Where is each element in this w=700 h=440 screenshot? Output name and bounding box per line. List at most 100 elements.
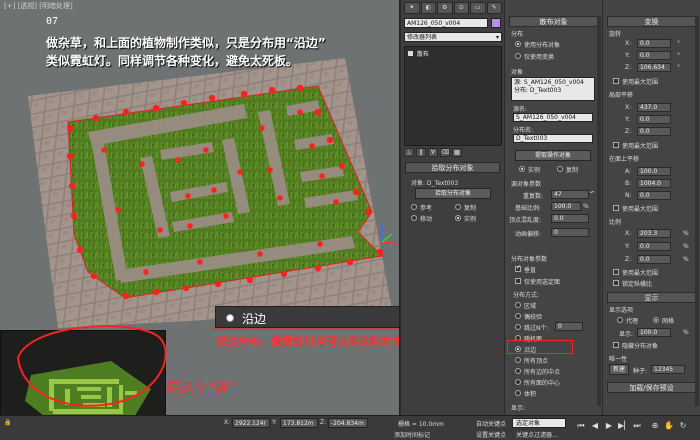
create-tab-icon[interactable]: ✦ xyxy=(404,2,420,14)
anim-offset-field[interactable]: 0 xyxy=(551,228,589,237)
radio-move[interactable] xyxy=(411,215,417,221)
z-coord-field[interactable]: -204.834m xyxy=(328,418,368,428)
selected-object-dropdown[interactable]: 选定对象 xyxy=(512,418,566,428)
modifier-list-dropdown[interactable]: 修改器列表 ▾ xyxy=(404,32,502,42)
display-tab-icon[interactable]: ▭ xyxy=(470,2,486,14)
uniform-rot-label: 使用最大范围 xyxy=(622,79,659,86)
radio-all-vertices[interactable] xyxy=(515,357,521,363)
lock-selection-icon[interactable]: 🔒 xyxy=(4,419,11,426)
object-list-source[interactable]: 源: S_AM126_050_v004 xyxy=(514,79,592,87)
command-panel-tabs: ✦ ◐ ⚙ ⊙ ▭ ✎ xyxy=(404,2,502,14)
ft-n-field[interactable]: 0.0 xyxy=(637,191,671,200)
seed-field[interactable]: 12345 xyxy=(651,365,685,374)
hierarchy-tab-icon[interactable]: ⚙ xyxy=(437,2,453,14)
check-uniform-scale[interactable] xyxy=(613,269,619,275)
add-time-tag[interactable]: 添加时间标记 xyxy=(394,430,430,439)
rollout-pick-distribution[interactable]: 拾取分布对象 xyxy=(405,162,500,173)
base-scale-field[interactable]: 100.0 xyxy=(551,202,581,211)
play-icon[interactable]: ▶ xyxy=(604,421,614,431)
goto-start-icon[interactable]: ⏮ xyxy=(576,421,586,431)
x-coord-field[interactable]: 2922.124r xyxy=(232,418,270,428)
vertex-chaos-field[interactable]: 0.0 xyxy=(551,214,589,223)
radio-proxy[interactable] xyxy=(617,317,623,323)
panel3-scrollbar[interactable] xyxy=(695,16,699,406)
radio-instance[interactable] xyxy=(455,215,461,221)
show-end-result-icon[interactable]: ‖ xyxy=(416,148,426,157)
display-percent-field[interactable]: 100.0 xyxy=(637,328,671,337)
rollout-scatter-objects[interactable]: 散布对象 xyxy=(509,16,598,27)
extract-operand-button[interactable]: 提取操作对象 xyxy=(515,150,591,161)
prev-frame-icon[interactable]: ◀ xyxy=(590,421,600,431)
radio-face-centers[interactable] xyxy=(515,379,521,385)
radio-even[interactable] xyxy=(515,313,521,319)
radio-copy[interactable] xyxy=(455,204,461,210)
make-unique-icon[interactable]: ∀ xyxy=(428,148,438,157)
dist-name-field[interactable]: D_Text003 xyxy=(513,134,593,143)
pan-icon[interactable]: ✋ xyxy=(664,421,674,431)
lt-x-field[interactable]: 437.0 xyxy=(637,103,671,112)
motion-tab-icon[interactable]: ⊙ xyxy=(453,2,469,14)
zoom-icon[interactable]: ⊕ xyxy=(650,421,660,431)
panel-scrollbar[interactable] xyxy=(597,16,601,406)
sc-z-field[interactable]: 0.0 xyxy=(637,255,671,264)
radio-extract-copy[interactable] xyxy=(557,166,563,172)
radio-volume[interactable] xyxy=(515,390,521,396)
modifier-stack[interactable]: 散布 xyxy=(404,46,502,146)
sc-x-field[interactable]: 203.3 xyxy=(637,229,671,238)
lt-z-field[interactable]: 0.0 xyxy=(637,127,671,136)
object-name-field[interactable]: AM126_050_v004 xyxy=(404,18,488,28)
pin-stack-icon[interactable]: ⊥ xyxy=(404,148,414,157)
modify-tab-icon[interactable]: ◐ xyxy=(420,2,436,14)
ft-a-label: A: xyxy=(625,168,632,175)
next-frame-icon[interactable]: ▶▏ xyxy=(618,421,630,431)
rollout-display[interactable]: 显示 xyxy=(607,292,696,303)
transforms-panel: 变换 旋转 X: 0.0 ° Y: 0.0 ° Z: 106.634 ° 使用最… xyxy=(602,0,700,415)
object-color-swatch[interactable] xyxy=(491,18,501,28)
skip-n-field[interactable]: 0 xyxy=(555,322,583,331)
check-perpendicular[interactable] xyxy=(515,264,521,272)
radio-mesh[interactable] xyxy=(653,317,659,323)
radio-edge-midpoints[interactable] xyxy=(515,368,521,374)
rot-z-field[interactable]: 106.634 xyxy=(637,63,671,72)
ft-b-field[interactable]: 1004.0 xyxy=(637,179,671,188)
auto-key-label[interactable]: 自动关键点 xyxy=(476,419,506,428)
duplicates-spinner-icon[interactable]: ▴▾ xyxy=(590,190,594,199)
radio-skip-n[interactable] xyxy=(515,324,521,330)
orbit-icon[interactable]: ↻ xyxy=(678,421,688,431)
rot-x-field[interactable]: 0.0 xyxy=(637,39,671,48)
mesh-label: 网格 xyxy=(662,318,675,325)
utilities-tab-icon[interactable]: ✎ xyxy=(486,2,502,14)
radio-area[interactable] xyxy=(515,302,521,308)
perspective-viewport[interactable]: [+] [透视] [明暗处理] 07 做杂草，和上面的植物制作类似，只是分布用“… xyxy=(0,0,400,415)
pick-distribution-button[interactable]: 拾取分布对象 xyxy=(415,188,491,199)
check-selected-faces[interactable] xyxy=(515,278,521,284)
radio-extract-instance[interactable] xyxy=(519,166,525,172)
source-name-field[interactable]: S_AM126_050_v004 xyxy=(513,113,593,122)
radio-transforms-only[interactable] xyxy=(515,53,521,59)
rollout-transforms[interactable]: 变换 xyxy=(607,16,696,27)
check-lock-aspect[interactable] xyxy=(613,280,619,286)
duplicates-field[interactable]: 47 xyxy=(551,190,589,199)
radio-use-distribution[interactable] xyxy=(515,41,521,47)
check-uniform-rot[interactable] xyxy=(613,78,619,84)
object-list-dist[interactable]: 分布: D_Text003 xyxy=(514,87,592,95)
new-seed-button[interactable]: 新建 xyxy=(609,364,629,375)
ft-a-field[interactable]: 100.0 xyxy=(637,167,671,176)
object-list-box[interactable]: 源: S_AM126_050_v004 分布: D_Text003 xyxy=(511,77,595,101)
configure-sets-icon[interactable]: ▦ xyxy=(452,148,462,157)
set-key-label[interactable]: 设置关键点 xyxy=(476,430,506,439)
lt-y-field[interactable]: 0.0 xyxy=(637,115,671,124)
rot-y-field[interactable]: 0.0 xyxy=(637,51,671,60)
all-vertices-label: 所有顶点 xyxy=(524,358,549,365)
remove-modifier-icon[interactable]: ⌫ xyxy=(440,148,450,157)
y-coord-field[interactable]: 173.812m xyxy=(280,418,318,428)
goto-end-icon[interactable]: ⏭ xyxy=(632,421,642,431)
sc-y-field[interactable]: 0.0 xyxy=(637,242,671,251)
check-uniform-lt[interactable] xyxy=(613,142,619,148)
key-filters-button[interactable]: 关键点过滤器... xyxy=(516,430,558,439)
check-hide-dist[interactable] xyxy=(613,342,619,348)
rollout-load-save-presets[interactable]: 加载/保存预设 xyxy=(607,382,696,393)
check-uniform-ft[interactable] xyxy=(613,205,619,211)
radio-reference[interactable] xyxy=(411,204,417,210)
stack-item-scatter[interactable]: 散布 xyxy=(408,49,429,58)
